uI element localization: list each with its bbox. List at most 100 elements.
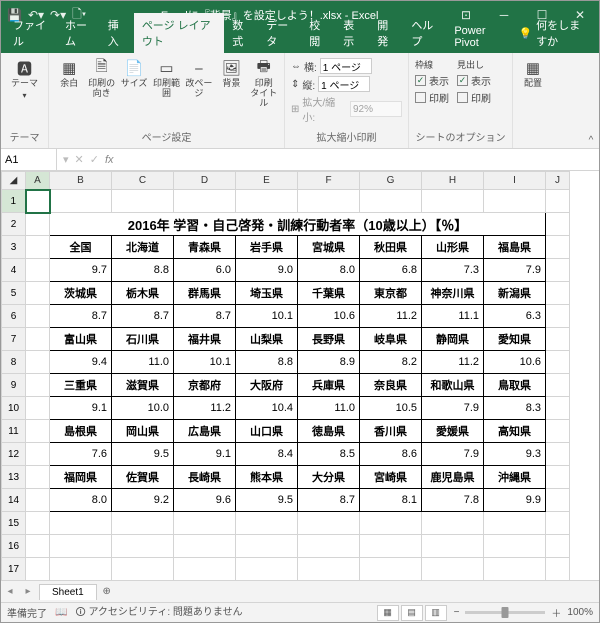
- zoom-slider[interactable]: [465, 611, 545, 614]
- data-value-cell[interactable]: 9.5: [112, 443, 174, 466]
- gridlines-print-check[interactable]: 印刷: [415, 89, 449, 106]
- data-value-cell[interactable]: 8.1: [360, 489, 422, 512]
- row-header[interactable]: 6: [2, 305, 26, 328]
- tab-表示[interactable]: 表示: [335, 13, 369, 53]
- cell[interactable]: [26, 328, 50, 351]
- cell[interactable]: [112, 190, 174, 213]
- cell[interactable]: [546, 190, 570, 213]
- tab-nav-prev[interactable]: ◂: [1, 586, 19, 597]
- data-value-cell[interactable]: 11.2: [174, 397, 236, 420]
- row-header[interactable]: 7: [2, 328, 26, 351]
- data-header-cell[interactable]: 兵庫県: [298, 374, 360, 397]
- cell[interactable]: [298, 190, 360, 213]
- col-header[interactable]: J: [546, 172, 570, 190]
- data-header-cell[interactable]: 大分県: [298, 466, 360, 489]
- row-header[interactable]: 9: [2, 374, 26, 397]
- data-header-cell[interactable]: 岡山県: [112, 420, 174, 443]
- cell[interactable]: [546, 535, 570, 558]
- background-button[interactable]: 🖼背景: [217, 57, 245, 91]
- row-header[interactable]: 17: [2, 558, 26, 581]
- row-header[interactable]: 2: [2, 213, 26, 236]
- zoom-in-icon[interactable]: ＋: [551, 605, 561, 620]
- save-icon[interactable]: 💾: [7, 8, 22, 22]
- cell[interactable]: [546, 351, 570, 374]
- cell[interactable]: [26, 305, 50, 328]
- data-value-cell[interactable]: 9.6: [174, 489, 236, 512]
- data-header-cell[interactable]: 福井県: [174, 328, 236, 351]
- data-value-cell[interactable]: 8.0: [50, 489, 112, 512]
- data-header-cell[interactable]: 山梨県: [236, 328, 298, 351]
- tab-ページ レイアウト[interactable]: ページ レイアウト: [134, 13, 224, 53]
- tab-データ[interactable]: データ: [258, 13, 301, 53]
- data-value-cell[interactable]: 7.6: [50, 443, 112, 466]
- cell[interactable]: [50, 190, 112, 213]
- fx-icon[interactable]: fx: [105, 154, 114, 166]
- cell[interactable]: [546, 489, 570, 512]
- cell[interactable]: [26, 466, 50, 489]
- data-header-cell[interactable]: 長崎県: [174, 466, 236, 489]
- data-header-cell[interactable]: 福島県: [484, 236, 546, 259]
- data-value-cell[interactable]: 10.5: [360, 397, 422, 420]
- breaks-button[interactable]: ⎯改ページ: [185, 57, 213, 101]
- cell[interactable]: [236, 535, 298, 558]
- data-value-cell[interactable]: 7.3: [422, 259, 484, 282]
- cell[interactable]: [422, 558, 484, 581]
- data-header-cell[interactable]: 鳥取県: [484, 374, 546, 397]
- data-value-cell[interactable]: 7.8: [422, 489, 484, 512]
- data-header-cell[interactable]: 北海道: [112, 236, 174, 259]
- data-header-cell[interactable]: 栃木県: [112, 282, 174, 305]
- page-break-view-icon[interactable]: ▥: [425, 605, 447, 621]
- normal-view-icon[interactable]: ▦: [377, 605, 399, 621]
- zoom-level[interactable]: 100%: [567, 607, 593, 618]
- themes-button[interactable]: 🅰テーマ▾: [7, 57, 42, 102]
- data-value-cell[interactable]: 9.1: [50, 397, 112, 420]
- cell[interactable]: [236, 558, 298, 581]
- data-value-cell[interactable]: 10.1: [236, 305, 298, 328]
- data-value-cell[interactable]: 8.4: [236, 443, 298, 466]
- data-header-cell[interactable]: 新潟県: [484, 282, 546, 305]
- data-value-cell[interactable]: 11.0: [112, 351, 174, 374]
- cell[interactable]: [546, 466, 570, 489]
- tab-挿入[interactable]: 挿入: [100, 13, 134, 53]
- select-all-cell[interactable]: ◢: [2, 172, 26, 190]
- tab-nav-next[interactable]: ▸: [19, 586, 37, 597]
- close-icon[interactable]: ✕: [561, 1, 599, 29]
- data-header-cell[interactable]: 愛媛県: [422, 420, 484, 443]
- cell[interactable]: [174, 512, 236, 535]
- cell[interactable]: [26, 489, 50, 512]
- zoom-out-icon[interactable]: −: [454, 607, 460, 618]
- data-header-cell[interactable]: 奈良県: [360, 374, 422, 397]
- row-header[interactable]: 16: [2, 535, 26, 558]
- cell[interactable]: [26, 259, 50, 282]
- data-header-cell[interactable]: 全国: [50, 236, 112, 259]
- cell[interactable]: [50, 558, 112, 581]
- ribbon-opts-icon[interactable]: ⊡: [447, 1, 485, 29]
- tab-数式[interactable]: 数式: [224, 13, 258, 53]
- data-title[interactable]: 2016年 学習・自己啓発・訓練行動者率（10歳以上）【％】: [50, 213, 546, 236]
- data-value-cell[interactable]: 8.5: [298, 443, 360, 466]
- data-header-cell[interactable]: 神奈川県: [422, 282, 484, 305]
- cell[interactable]: [26, 213, 50, 236]
- scale-width-row[interactable]: ⇔横:: [291, 57, 372, 75]
- data-header-cell[interactable]: 愛知県: [484, 328, 546, 351]
- data-header-cell[interactable]: 宮崎県: [360, 466, 422, 489]
- data-header-cell[interactable]: 群馬県: [174, 282, 236, 305]
- cell[interactable]: [546, 236, 570, 259]
- cell[interactable]: [26, 374, 50, 397]
- arrange-button[interactable]: ▦配置: [519, 57, 547, 91]
- print-area-button[interactable]: ▭印刷範囲: [152, 57, 180, 101]
- data-header-cell[interactable]: 岩手県: [236, 236, 298, 259]
- print-titles-button[interactable]: 🖶印刷 タイトル: [250, 57, 278, 111]
- data-value-cell[interactable]: 11.0: [298, 397, 360, 420]
- qat-more-icon[interactable]: 🗋▾: [72, 5, 86, 26]
- col-header[interactable]: E: [236, 172, 298, 190]
- cell[interactable]: [546, 558, 570, 581]
- data-value-cell[interactable]: 10.6: [298, 305, 360, 328]
- data-header-cell[interactable]: 鹿児島県: [422, 466, 484, 489]
- cell[interactable]: [112, 512, 174, 535]
- headings-print-check[interactable]: 印刷: [457, 89, 491, 106]
- cell[interactable]: [546, 305, 570, 328]
- data-value-cell[interactable]: 10.6: [484, 351, 546, 374]
- cell[interactable]: [546, 213, 570, 236]
- data-header-cell[interactable]: 滋賀県: [112, 374, 174, 397]
